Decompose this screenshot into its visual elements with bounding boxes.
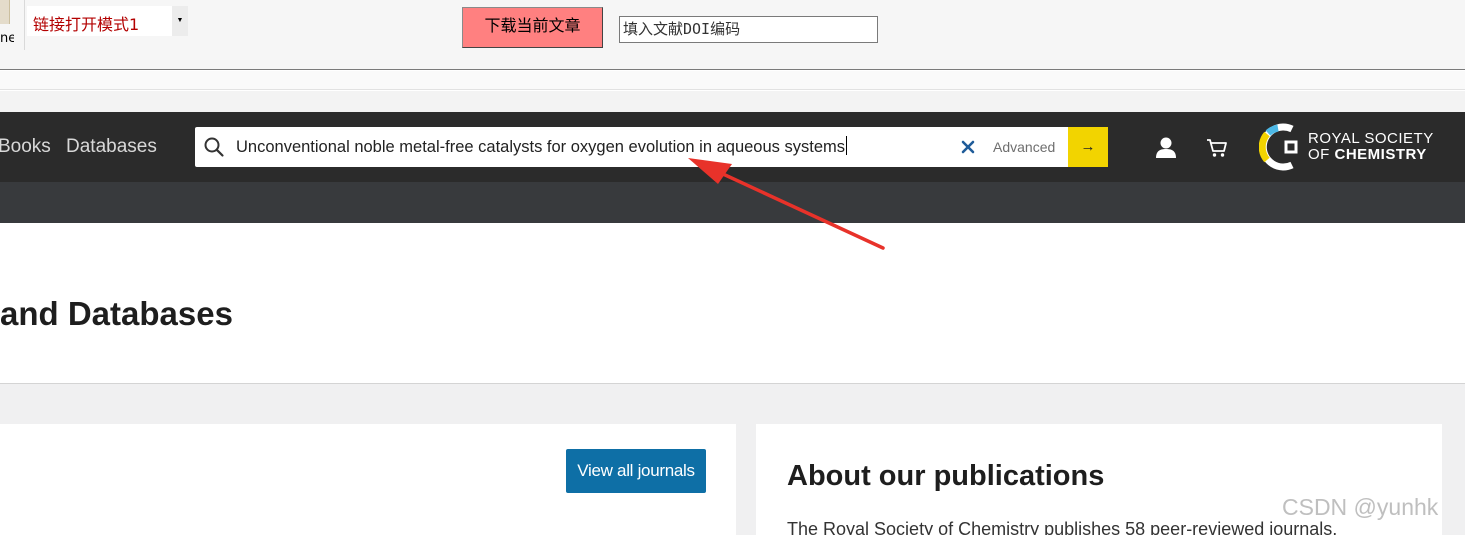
advanced-search-link[interactable]: Advanced [993, 139, 1055, 155]
toolbar-gap [0, 71, 1465, 90]
about-publications-text: The Royal Society of Chemistry publishes… [787, 519, 1338, 535]
site-header: Books Databases Unconventional noble met… [0, 112, 1465, 182]
toolbar-divider [24, 0, 25, 50]
search-bar[interactable]: Unconventional noble metal-free catalyst… [195, 127, 1108, 167]
search-submit-button[interactable]: → [1068, 127, 1108, 167]
view-all-journals-button[interactable]: View all journals [566, 449, 706, 493]
watermark: CSDN @yunhk [1282, 494, 1439, 520]
download-article-button[interactable]: 下载当前文章 [462, 7, 603, 48]
about-publications-heading: About our publications [787, 460, 1105, 492]
logo-text-chemistry: CHEMISTRY [1334, 146, 1427, 163]
rsc-logo[interactable]: ROYAL SOCIETY OF CHEMISTRY [1259, 120, 1444, 174]
clear-icon[interactable] [960, 139, 976, 155]
page-title: and Databases [0, 295, 233, 332]
sub-navigation-bar [0, 182, 1465, 223]
desktop-toolbar: ne 链接打开模式1 ▼ 下载当前文章 填入文献DOI编码 [0, 0, 1465, 70]
toolbar-cut-label: ne [0, 31, 14, 46]
text-caret [846, 136, 848, 155]
arrow-right-icon: → [1080, 138, 1096, 155]
page-title-area: and Databases [0, 223, 1465, 384]
browser-gap [0, 91, 1465, 112]
chevron-down-icon[interactable]: ▼ [172, 6, 188, 36]
nav-databases-link[interactable]: Databases [66, 136, 157, 158]
logo-text-of: OF [1308, 146, 1335, 163]
nav-books-link[interactable]: Books [0, 136, 51, 158]
logo-text-line1: ROYAL SOCIETY [1308, 130, 1434, 147]
link-mode-value: 链接打开模式1 [33, 15, 140, 34]
search-input[interactable]: Unconventional noble metal-free catalyst… [236, 136, 848, 157]
logo-text-line2: OF CHEMISTRY [1308, 146, 1427, 163]
cart-icon[interactable] [1206, 137, 1228, 159]
search-icon [204, 137, 224, 157]
rsc-logo-mark [1259, 123, 1298, 171]
app-icon[interactable] [0, 0, 10, 24]
user-icon[interactable] [1155, 136, 1177, 160]
search-input-value: Unconventional noble metal-free catalyst… [236, 138, 846, 156]
doi-input[interactable]: 填入文献DOI编码 [619, 16, 878, 43]
link-mode-select[interactable]: 链接打开模式1 ▼ [27, 6, 188, 36]
